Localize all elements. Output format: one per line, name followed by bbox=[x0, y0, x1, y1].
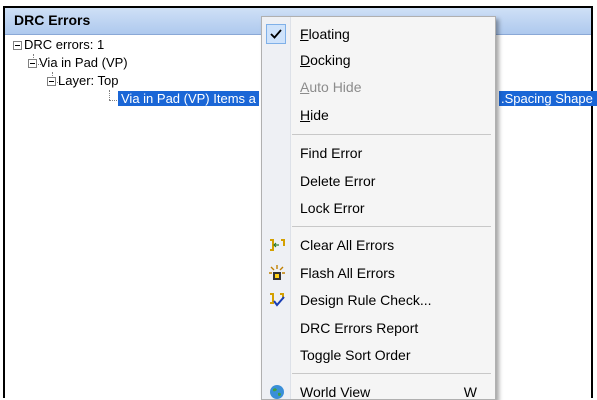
menu-item-mnemonic: D bbox=[300, 52, 311, 68]
menu-separator bbox=[292, 134, 491, 135]
check-icon bbox=[266, 24, 286, 44]
menu-item-flash-all-errors[interactable]: Flash All Errors bbox=[262, 260, 495, 286]
collapse-icon[interactable] bbox=[28, 59, 37, 69]
menu-item-label: Lock Error bbox=[300, 200, 365, 216]
tree-node-label: Layer: Top bbox=[58, 73, 119, 88]
tree-node-layer[interactable]: Layer: Top bbox=[47, 72, 118, 90]
tree-node-error-item-continued[interactable]: .Spacing Shape bbox=[499, 90, 597, 108]
clear-errors-icon bbox=[268, 236, 285, 253]
menu-item-design-rule-check[interactable]: Design Rule Check... bbox=[262, 287, 495, 313]
tree-connector bbox=[109, 100, 117, 101]
menu-item-label: ide bbox=[310, 107, 329, 123]
tree-node-root[interactable]: DRC errors: 1 bbox=[13, 36, 104, 54]
menu-item-hide[interactable]: Hide bbox=[262, 102, 495, 128]
menu-item-label: Delete Error bbox=[300, 173, 376, 189]
selected-error-label[interactable]: Via in Pad (VP) Items a bbox=[118, 91, 259, 106]
menu-item-label: Flash All Errors bbox=[300, 265, 395, 281]
menu-item-lock-error[interactable]: Lock Error bbox=[262, 195, 495, 221]
menu-item-mnemonic: F bbox=[300, 26, 309, 42]
menu-item-floating[interactable]: Floating bbox=[262, 21, 495, 47]
menu-item-label: DRC Errors Report bbox=[300, 320, 419, 336]
tree-node-rule[interactable]: Via in Pad (VP) bbox=[28, 54, 128, 72]
collapse-icon[interactable] bbox=[13, 41, 22, 51]
menu-item-world-view[interactable]: World View W bbox=[262, 379, 495, 399]
menu-separator bbox=[292, 373, 491, 374]
menu-item-label: Toggle Sort Order bbox=[300, 347, 411, 363]
context-menu: Floating Docking Auto Hide Hide Find Err… bbox=[261, 16, 496, 400]
menu-item-label: Clear All Errors bbox=[300, 237, 395, 253]
tree-node-label: Via in Pad (VP) bbox=[39, 55, 128, 70]
menu-item-label: uto Hide bbox=[309, 79, 362, 95]
menu-item-toggle-sort-order[interactable]: Toggle Sort Order bbox=[262, 342, 495, 368]
menu-item-docking[interactable]: Docking bbox=[262, 47, 495, 73]
menu-item-drc-errors-report[interactable]: DRC Errors Report bbox=[262, 315, 495, 341]
menu-item-label: Find Error bbox=[300, 145, 363, 161]
globe-icon bbox=[268, 383, 285, 399]
collapse-icon[interactable] bbox=[47, 77, 56, 87]
menu-item-clear-all-errors[interactable]: Clear All Errors bbox=[262, 232, 495, 258]
menu-item-mnemonic: H bbox=[300, 107, 311, 123]
menu-item-delete-error[interactable]: Delete Error bbox=[262, 168, 495, 194]
tree-node-label: DRC errors: 1 bbox=[24, 37, 105, 52]
menu-item-auto-hide: Auto Hide bbox=[262, 74, 495, 100]
selected-error-label-right[interactable]: .Spacing Shape bbox=[499, 91, 597, 106]
tree-node-error-item[interactable]: Via in Pad (VP) Items a bbox=[118, 90, 259, 108]
menu-item-label: loating bbox=[308, 26, 350, 42]
panel-title: DRC Errors bbox=[14, 12, 91, 28]
design-rule-check-icon bbox=[268, 291, 285, 308]
menu-item-find-error[interactable]: Find Error bbox=[262, 140, 495, 166]
menu-item-label: Design Rule Check... bbox=[300, 292, 432, 308]
menu-separator bbox=[292, 226, 491, 227]
menu-item-label: ocking bbox=[310, 52, 351, 68]
flash-errors-icon bbox=[268, 264, 285, 281]
tree-connector bbox=[109, 90, 110, 100]
menu-item-mnemonic: A bbox=[300, 79, 310, 95]
